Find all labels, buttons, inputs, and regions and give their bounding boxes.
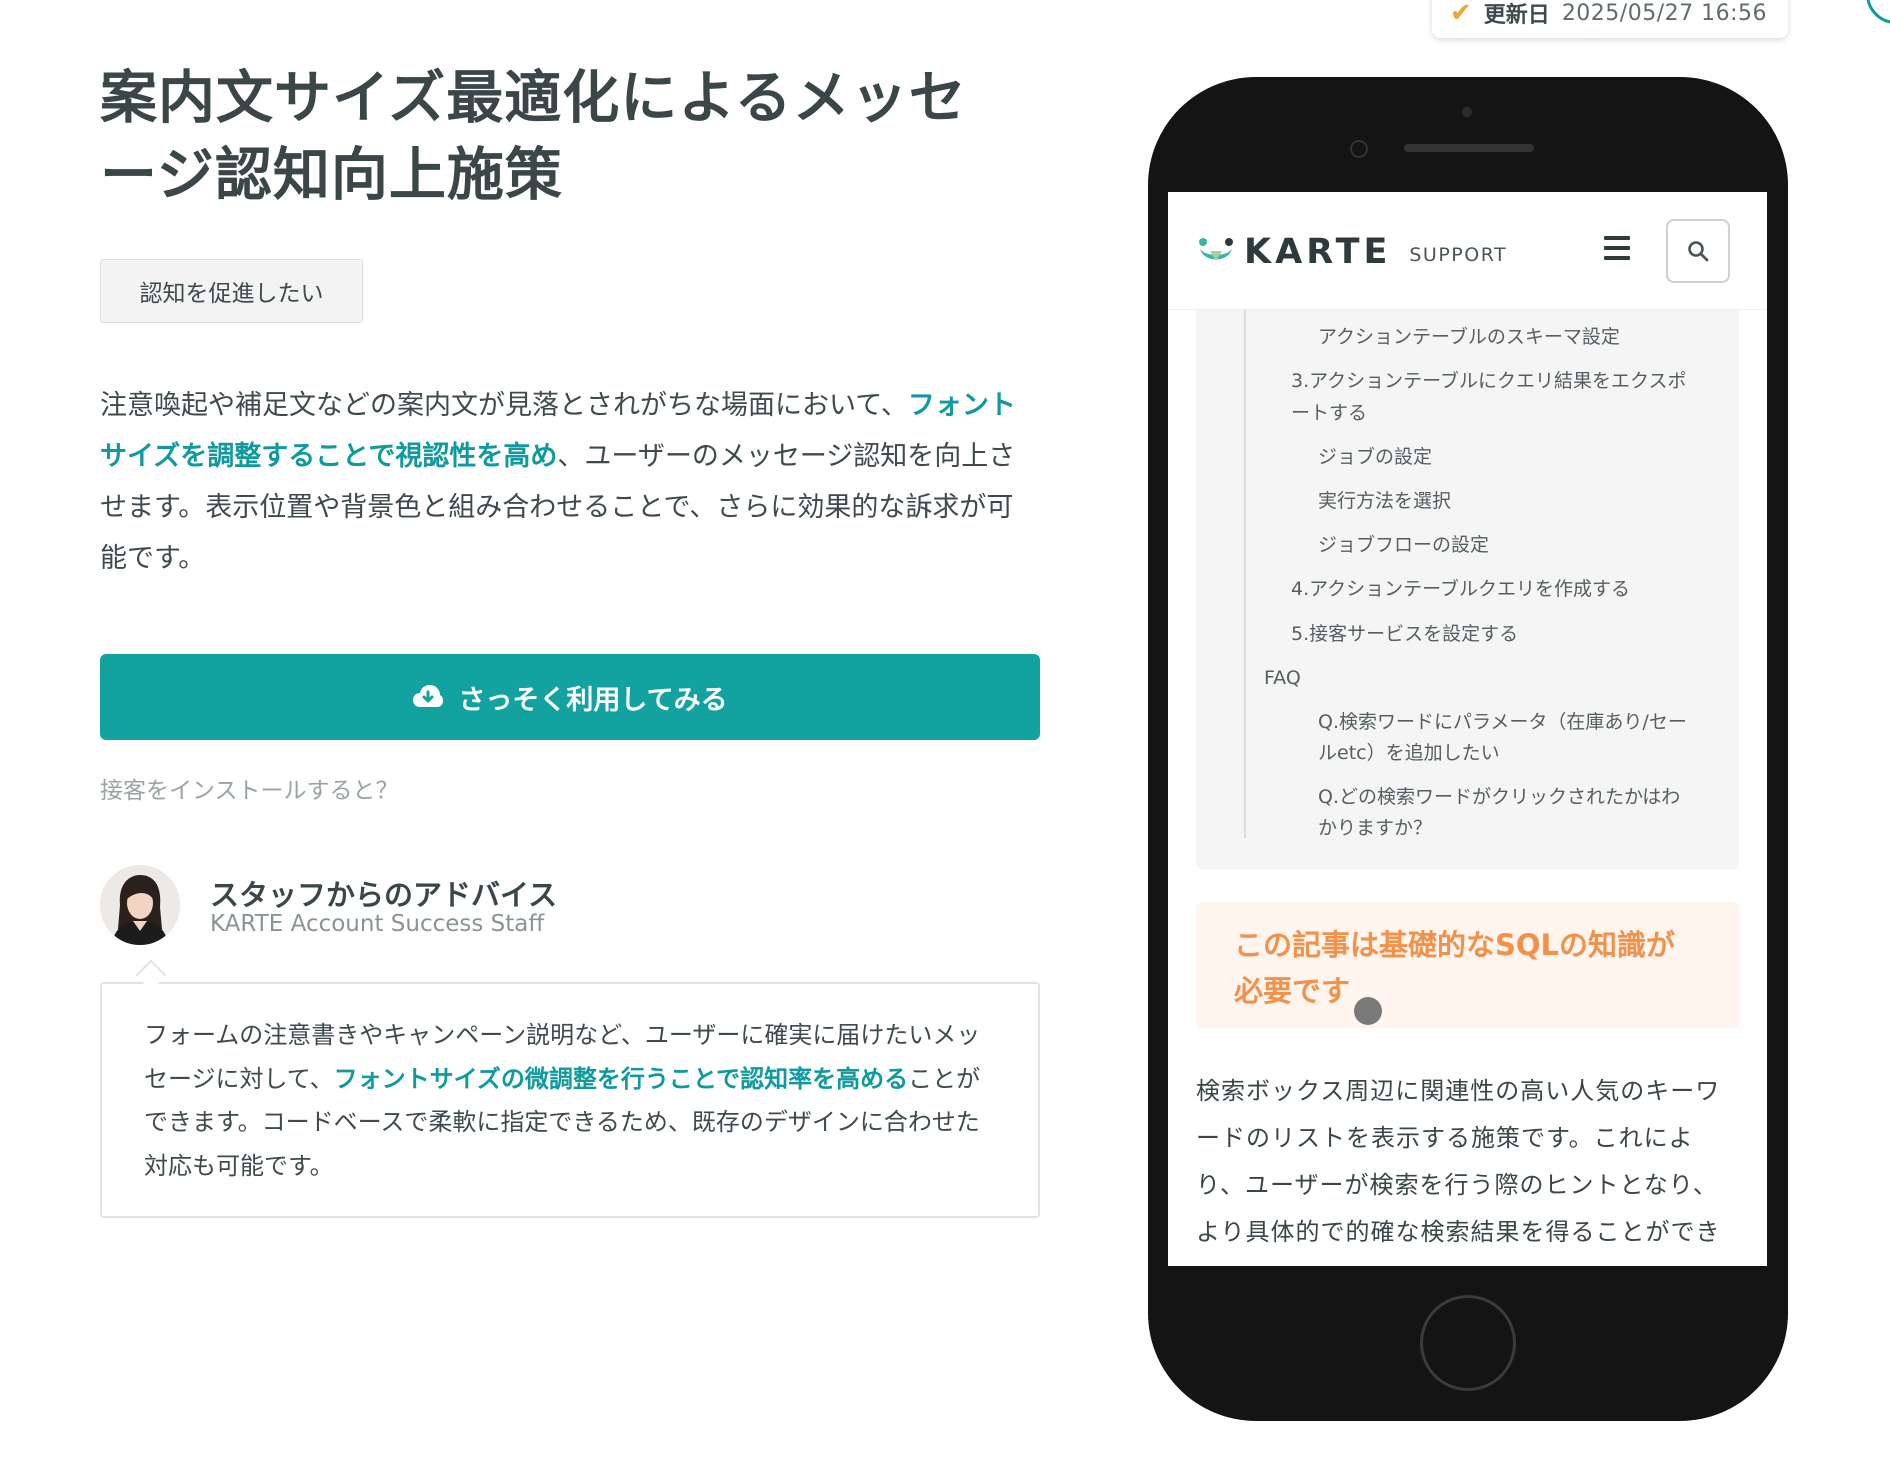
toc-item[interactable]: 5.接客サービスを設定する <box>1291 619 1518 650</box>
install-link[interactable]: 接客をインストールすると？ <box>100 771 399 805</box>
phone-mockup: KARTE SUPPORT アクションテーブルのスキーマ設定 3.アクションテー… <box>1148 77 1788 1421</box>
try-now-button[interactable]: さっそく利用してみる <box>100 654 1040 740</box>
advice-box: フォームの注意書きやキャンペーン説明など、ユーザーに確実に届けたいメッセージに対… <box>100 982 1040 1218</box>
search-icon <box>1688 241 1709 262</box>
toc-item[interactable]: アクションテーブルのスキーマ設定 <box>1318 322 1620 353</box>
toc-item[interactable]: FAQ <box>1264 663 1301 694</box>
page-title: 案内文サイズ最適化によるメッセージ認知向上施策 <box>100 65 967 208</box>
check-icon: ✔ <box>1450 0 1472 28</box>
sql-notice-text: この記事は基礎的なSQLの知識が必要です <box>1234 928 1676 1008</box>
description-text-1: 注意喚起や補足文などの案内文が見落とされがちな場面において、 <box>100 390 908 421</box>
staff-role: KARTE Account Success Staff <box>210 911 545 937</box>
description: 注意喚起や補足文などの案内文が見落とされがちな場面において、フォントサイズを調整… <box>100 380 1040 584</box>
toc-item[interactable]: ートする <box>1291 398 1367 429</box>
update-label: 更新日 <box>1483 3 1550 28</box>
toc-item[interactable]: Q.検索ワードにパラメータ（在庫あり/セー <box>1318 707 1687 738</box>
karte-logo[interactable]: KARTE SUPPORT <box>1198 232 1507 272</box>
cloud-download-icon <box>413 685 444 707</box>
menu-icon[interactable] <box>1604 236 1630 260</box>
brand-sub: SUPPORT <box>1409 244 1508 266</box>
table-of-contents: アクションテーブルのスキーマ設定 3.アクションテーブルにクエリ結果をエクスポ … <box>1196 310 1739 870</box>
phone-camera <box>1350 140 1368 158</box>
phone-sensor <box>1462 107 1472 117</box>
toc-item[interactable]: ルetc）を追加したい <box>1318 738 1500 769</box>
try-now-label: さっそく利用してみる <box>458 684 728 715</box>
toc-item[interactable]: 実行方法を選択 <box>1318 486 1451 517</box>
toc-guide-line <box>1244 310 1246 838</box>
search-button[interactable] <box>1666 219 1730 283</box>
toc-item[interactable]: かりますか？ <box>1318 813 1432 844</box>
article-body: 検索ボックス周辺に関連性の高い人気のキーワードのリストを表示する施策です。これに… <box>1196 1077 1721 1246</box>
toc-item[interactable]: 4.アクションテーブルクエリを作成する <box>1291 574 1630 605</box>
category-tag[interactable]: 認知を促進したい <box>100 259 363 323</box>
toc-item[interactable]: ジョブフローの設定 <box>1318 530 1489 561</box>
toc-item[interactable]: 3.アクションテーブルにクエリ結果をエクスポ <box>1291 366 1686 397</box>
home-button[interactable] <box>1420 1295 1516 1391</box>
corner-decoration <box>1866 0 1890 24</box>
toc-item[interactable]: ジョブの設定 <box>1318 442 1432 473</box>
toc-item[interactable]: Q.どの検索ワードがクリックされたかはわ <box>1318 782 1680 813</box>
phone-screen: KARTE SUPPORT アクションテーブルのスキーマ設定 3.アクションテー… <box>1168 192 1767 1266</box>
avatar <box>100 865 180 945</box>
update-value: 2025/05/27 16:56 <box>1561 0 1768 26</box>
update-date-badge: ✔ 更新日 2025/05/27 16:56 <box>1432 0 1788 38</box>
support-site-header: KARTE SUPPORT <box>1168 192 1767 310</box>
brand-name: KARTE <box>1244 232 1392 272</box>
phone-speaker <box>1404 144 1534 152</box>
advice-highlight: フォントサイズの微調整を行うことで認知率を高める <box>333 1064 909 1093</box>
touch-cursor <box>1354 997 1382 1025</box>
staff-advice-title: スタッフからのアドバイス <box>210 878 558 912</box>
staff-avatar-image <box>100 865 180 945</box>
sql-notice: この記事は基礎的なSQLの知識が必要です <box>1196 902 1739 1028</box>
karte-logo-icon <box>1199 238 1233 261</box>
